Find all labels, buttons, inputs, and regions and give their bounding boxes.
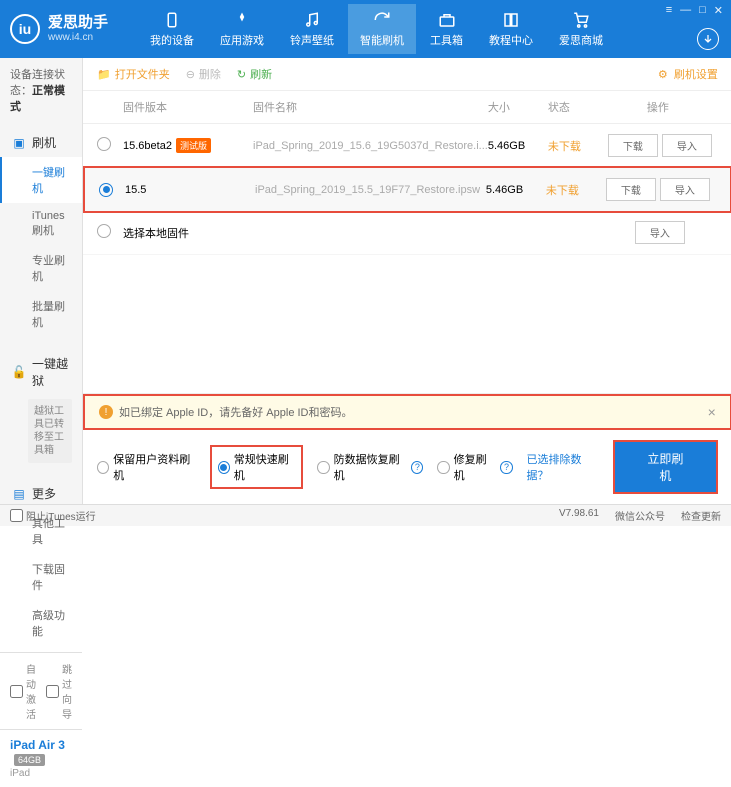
connection-status: 设备连接状态：正常模式 (0, 58, 82, 122)
open-folder-button[interactable]: 📁打开文件夹 (97, 66, 170, 82)
table-header: 固件版本 固件名称 大小 状态 操作 (83, 91, 731, 124)
sidebar-item-batch-flash[interactable]: 批量刷机 (0, 291, 82, 337)
col-version: 固件版本 (123, 99, 253, 115)
brand-url: www.i4.cn (48, 32, 108, 44)
apple-id-warning: ! 如已绑定 Apple ID，请先备好 Apple ID和密码。 × (83, 394, 731, 430)
check-update-link[interactable]: 检查更新 (681, 508, 721, 523)
table-row[interactable]: 15.6beta2 测试版 iPad_Spring_2019_15.6_19G50… (83, 124, 731, 168)
maximize-button[interactable]: □ (699, 4, 706, 17)
nav-tutorials[interactable]: 教程中心 (477, 4, 545, 54)
refresh-icon: ↻ (237, 68, 246, 81)
col-size: 大小 (488, 99, 548, 115)
flash-group-icon: ▣ (12, 136, 26, 150)
import-button[interactable]: 导入 (635, 221, 685, 244)
download-button[interactable]: 下载 (608, 134, 658, 157)
nav-my-device[interactable]: 我的设备 (138, 4, 206, 54)
brand-name: 爱思助手 (48, 14, 108, 32)
download-button[interactable]: 下载 (606, 178, 656, 201)
sidebar-item-advanced[interactable]: 高级功能 (0, 600, 82, 646)
close-icon[interactable]: × (708, 404, 716, 420)
logo-icon: iu (10, 14, 40, 44)
nav-ringtones[interactable]: 铃声壁纸 (278, 4, 346, 54)
cart-icon (571, 10, 591, 30)
import-button[interactable]: 导入 (660, 178, 710, 201)
local-firmware-label: 选择本地固件 (123, 225, 253, 241)
opt-repair-flash[interactable]: 修复刷机? (437, 451, 512, 483)
phone-icon (162, 10, 182, 30)
more-icon: ▤ (12, 487, 26, 501)
version-label: V7.98.61 (559, 508, 599, 523)
device-name: iPad Air 3 (10, 738, 65, 752)
toolbox-icon (437, 10, 457, 30)
sidebar-item-itunes-flash[interactable]: iTunes刷机 (0, 203, 82, 245)
menu-button[interactable]: ≡ (666, 4, 672, 17)
minimize-button[interactable]: — (680, 4, 691, 17)
nav-apps[interactable]: 应用游戏 (208, 4, 276, 54)
row-radio[interactable] (99, 183, 113, 197)
import-button[interactable]: 导入 (662, 134, 712, 157)
main-nav: 我的设备 应用游戏 铃声壁纸 智能刷机 工具箱 教程中心 爱思商城 (138, 4, 615, 54)
nav-flash[interactable]: 智能刷机 (348, 4, 416, 54)
exclude-data-link[interactable]: 已选排除数据？ (527, 451, 599, 483)
local-firmware-row[interactable]: 选择本地固件 导入 (83, 211, 731, 255)
apps-icon (232, 10, 252, 30)
info-icon[interactable]: ? (411, 461, 423, 474)
sidebar-item-download-fw[interactable]: 下载固件 (0, 554, 82, 600)
auto-activate-checkbox[interactable]: 自动激活 (10, 661, 36, 721)
skip-guide-checkbox[interactable]: 跳过向导 (46, 661, 72, 721)
firmware-status: 未下载 (548, 138, 598, 154)
wechat-link[interactable]: 微信公众号 (615, 508, 665, 523)
opt-normal-flash[interactable]: 常规快速刷机 (210, 445, 304, 489)
flash-settings-button[interactable]: ⚙刷机设置 (658, 66, 718, 82)
nav-toolbox[interactable]: 工具箱 (418, 4, 475, 54)
lock-icon: 🔓 (12, 365, 26, 379)
gear-icon: ⚙ (658, 68, 670, 80)
flash-now-button[interactable]: 立即刷机 (613, 440, 718, 494)
opt-keep-data[interactable]: 保留用户资料刷机 (97, 451, 196, 483)
music-icon (302, 10, 322, 30)
firmware-size: 5.46GB (486, 184, 546, 196)
firmware-size: 5.46GB (488, 140, 548, 152)
sidebar-jailbreak-header[interactable]: 🔓一键越狱 (0, 349, 82, 395)
device-storage: 64GB (14, 754, 45, 766)
firmware-name: iPad_Spring_2019_15.5_19F77_Restore.ipsw (255, 184, 486, 196)
logo: iu 爱思助手 www.i4.cn (10, 14, 108, 44)
firmware-version: 15.5 (125, 184, 146, 196)
col-name: 固件名称 (253, 99, 488, 115)
download-icon[interactable] (697, 28, 719, 50)
sidebar-more-header[interactable]: ▤更多 (0, 479, 82, 508)
col-ops: 操作 (598, 99, 718, 115)
close-button[interactable]: ✕ (714, 4, 723, 17)
refresh-button[interactable]: ↻刷新 (237, 66, 272, 82)
block-itunes-checkbox[interactable]: 阻止iTunes运行 (10, 508, 96, 523)
folder-icon: 📁 (97, 68, 111, 81)
firmware-name: iPad_Spring_2019_15.6_19G5037d_Restore.i… (253, 140, 488, 152)
delete-button[interactable]: ⊖删除 (186, 66, 221, 82)
row-radio[interactable] (97, 224, 111, 238)
jailbreak-note: 越狱工具已转移至工具箱 (28, 399, 72, 463)
info-icon[interactable]: ? (500, 461, 512, 474)
firmware-version: 15.6beta2 (123, 140, 172, 152)
row-radio[interactable] (97, 137, 111, 151)
warning-icon: ! (99, 405, 113, 419)
sidebar-item-oneclick-flash[interactable]: 一键刷机 (0, 157, 82, 203)
sidebar-flash-header[interactable]: ▣刷机 (0, 128, 82, 157)
beta-tag: 测试版 (176, 138, 211, 153)
sidebar-item-pro-flash[interactable]: 专业刷机 (0, 245, 82, 291)
nav-store[interactable]: 爱思商城 (547, 4, 615, 54)
flash-icon (372, 10, 392, 30)
device-model: iPad (10, 768, 72, 779)
table-row[interactable]: 15.5 iPad_Spring_2019_15.5_19F77_Restore… (83, 166, 731, 213)
device-info[interactable]: iPad Air 3 64GB iPad (0, 729, 82, 787)
opt-anti-recovery[interactable]: 防数据恢复刷机? (317, 451, 423, 483)
col-status: 状态 (548, 99, 598, 115)
firmware-status: 未下载 (546, 182, 596, 198)
delete-icon: ⊖ (186, 68, 195, 81)
book-icon (501, 10, 521, 30)
